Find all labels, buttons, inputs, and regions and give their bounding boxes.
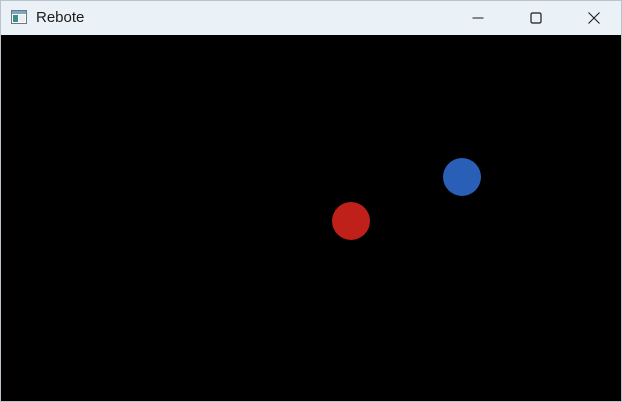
app-window: Rebote (0, 0, 622, 402)
app-icon (11, 10, 27, 24)
maximize-button[interactable] (507, 1, 565, 35)
red-ball (332, 202, 370, 240)
title-bar[interactable]: Rebote (1, 1, 621, 35)
minimize-button[interactable] (449, 1, 507, 35)
window-title: Rebote (36, 9, 85, 26)
close-button[interactable] (565, 1, 621, 35)
maximize-icon (530, 12, 542, 24)
close-icon (588, 12, 600, 24)
game-canvas[interactable] (1, 36, 621, 401)
minimize-icon (472, 17, 484, 19)
blue-ball (443, 158, 481, 196)
